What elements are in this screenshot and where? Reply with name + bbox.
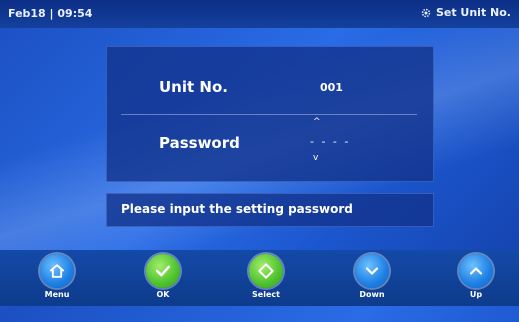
setting-title: Set Unit No. [435,6,511,19]
check-icon [155,265,171,277]
menu-label: Menu [44,290,70,299]
caret-down-icon: v [313,153,319,163]
bottom-nav-bar: Menu OK Select Down Up [0,250,519,306]
message-box: Please input the setting password [106,193,434,227]
up-button[interactable]: Up [446,254,506,306]
ok-button[interactable]: OK [133,254,193,306]
password-field[interactable]: - - - - [310,135,350,148]
chevron-up-icon [469,267,483,275]
unit-no-value[interactable]: 001 [320,81,343,94]
divider [121,114,417,115]
password-label: Password [159,134,240,152]
message-text: Please input the setting password [121,202,353,216]
select-button[interactable]: Select [236,254,296,306]
up-button-circle [459,254,493,288]
caret-up-icon: ^ [313,117,321,127]
home-icon [49,264,65,278]
chevron-down-icon [365,267,379,275]
ok-label: OK [156,290,170,299]
ok-button-circle [146,254,180,288]
status-right: Set Unit No. [420,6,511,19]
status-bar: Feb18 | 09:54 Set Unit No. [0,0,519,28]
date-time: Feb18 | 09:54 [8,7,93,20]
down-button[interactable]: Down [342,254,402,306]
unit-no-label: Unit No. [159,78,228,96]
down-label: Down [359,290,385,299]
select-label: Select [252,290,280,299]
menu-button[interactable]: Menu [27,254,87,306]
up-label: Up [469,290,483,299]
gear-icon [421,8,431,17]
select-button-circle [249,254,283,288]
menu-button-circle [40,254,74,288]
settings-panel: Unit No. 001 ^ Password - - - - v [106,46,434,182]
diamond-arrows-icon [258,263,274,279]
down-button-circle [355,254,389,288]
